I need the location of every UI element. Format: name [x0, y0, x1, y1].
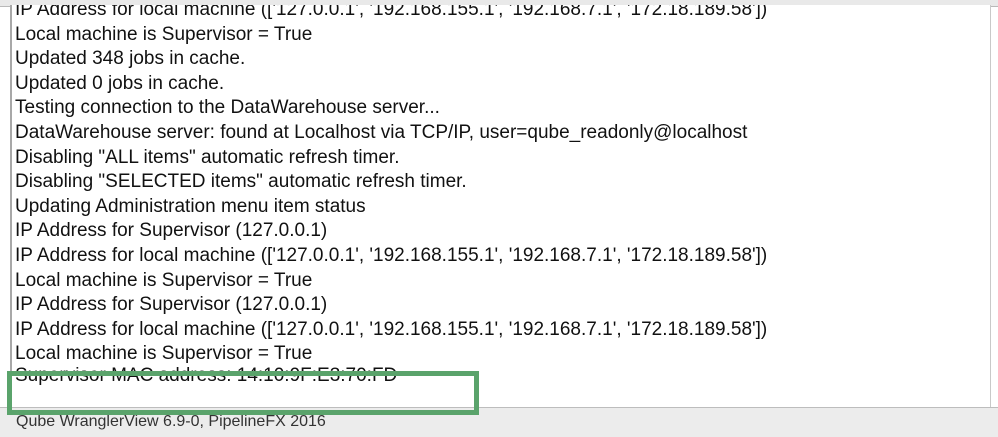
log-line: IP Address for local machine (['127.0.0.… — [15, 318, 768, 340]
log-line: IP Address for local machine (['127.0.0.… — [15, 5, 768, 20]
log-line: Updating Administration menu item status — [15, 195, 366, 217]
log-line-mac-address: Supervisor MAC address: 14:10:9F:E3:70:F… — [15, 365, 398, 387]
log-line: Updated 348 jobs in cache. — [15, 48, 246, 70]
log-line: Testing connection to the DataWarehouse … — [15, 97, 440, 119]
log-line: Updated 0 jobs in cache. — [15, 72, 225, 94]
log-line: Local machine is Supervisor = True — [15, 23, 313, 45]
log-lines-list: IP Address for local machine (['127.0.0.… — [15, 5, 985, 389]
status-bar: Qube WranglerView 6.9-0, PipelineFX 2016 — [0, 407, 998, 437]
log-line: Disabling "ALL items" automatic refresh … — [15, 146, 400, 168]
log-line: IP Address for Supervisor (127.0.0.1) — [15, 294, 328, 316]
log-line: IP Address for local machine (['127.0.0.… — [15, 244, 768, 266]
status-bar-text: Qube WranglerView 6.9-0, PipelineFX 2016 — [16, 413, 326, 430]
log-line: IP Address for Supervisor (127.0.0.1) — [15, 220, 328, 242]
application-window: IP Address for local machine (['127.0.0.… — [0, 0, 998, 437]
log-line: DataWarehouse server: found at Localhost… — [15, 121, 748, 143]
log-line: Local machine is Supervisor = True — [15, 269, 313, 291]
log-output-pane[interactable]: IP Address for local machine (['127.0.0.… — [10, 5, 991, 407]
log-line: Disabling "SELECTED items" automatic ref… — [15, 171, 467, 193]
log-line: Local machine is Supervisor = True — [15, 343, 313, 365]
